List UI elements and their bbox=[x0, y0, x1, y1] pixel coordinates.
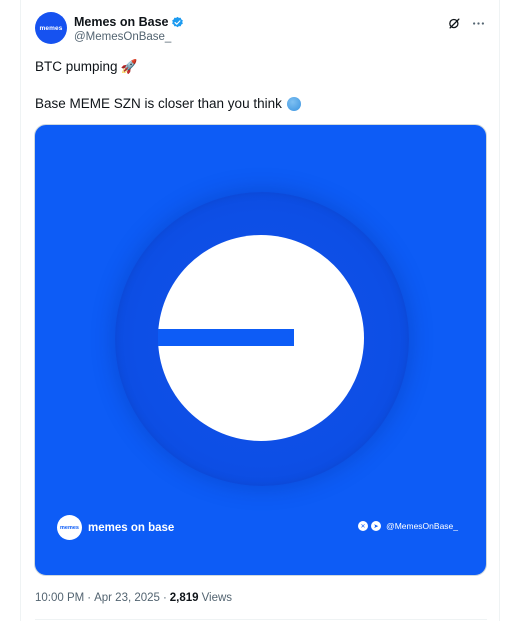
views-count: 2,819 bbox=[169, 592, 199, 604]
tweet-line-1: BTC pumping 🚀 bbox=[35, 58, 487, 76]
display-name-row: Memes on Base bbox=[74, 14, 184, 30]
rocket-emoji-icon: 🚀 bbox=[120, 59, 138, 74]
tweet-meta: 10:00 PM · Apr 23, 2025 · 2,819 Views bbox=[35, 592, 232, 604]
brand-logo-text: memes bbox=[60, 524, 79, 531]
more-icon[interactable] bbox=[469, 14, 487, 32]
verified-badge-icon[interactable] bbox=[171, 16, 184, 29]
avatar[interactable]: memes bbox=[35, 12, 67, 44]
tweet-line-1-text: BTC pumping bbox=[35, 59, 118, 74]
media-social: ✕ ➤ @MemesOnBase_ bbox=[358, 521, 458, 531]
avatar-text: memes bbox=[39, 24, 63, 32]
tweet-text: BTC pumping 🚀 Base MEME SZN is closer th… bbox=[35, 58, 487, 113]
brand-logo-icon: memes bbox=[57, 515, 82, 540]
meta-separator: · bbox=[87, 592, 92, 604]
display-name[interactable]: Memes on Base bbox=[74, 15, 168, 29]
author-names: Memes on Base @MemesOnBase_ bbox=[74, 14, 184, 43]
logo-bar bbox=[158, 329, 294, 346]
divider bbox=[35, 619, 487, 620]
tweet-line-2: Base MEME SZN is closer than you think bbox=[35, 95, 487, 113]
brand-name: memes on base bbox=[88, 521, 175, 534]
grok-icon[interactable] bbox=[445, 14, 463, 32]
tweet-line-2-text: Base MEME SZN is closer than you think bbox=[35, 96, 282, 111]
header-actions bbox=[445, 14, 487, 32]
media-brand: memes memes on base bbox=[57, 515, 174, 540]
tweet-date[interactable]: Apr 23, 2025 bbox=[94, 592, 160, 604]
tweet-media-image[interactable]: memes memes on base ✕ ➤ @MemesOnBase_ bbox=[34, 124, 487, 576]
x-icon: ✕ bbox=[358, 521, 369, 531]
tweet-header: memes Memes on Base @MemesOnBase_ bbox=[35, 12, 487, 52]
tweet-time[interactable]: 10:00 PM bbox=[35, 592, 84, 604]
social-handle: @MemesOnBase_ bbox=[386, 521, 458, 531]
telegram-icon: ➤ bbox=[371, 521, 382, 531]
meta-separator-2: · bbox=[162, 592, 167, 604]
views-label: Views bbox=[201, 592, 233, 604]
tweet-card: memes Memes on Base @MemesOnBase_ BTC pu… bbox=[20, 0, 500, 621]
author-handle[interactable]: @MemesOnBase_ bbox=[74, 31, 184, 43]
blue-circle-emoji-icon bbox=[286, 97, 301, 111]
